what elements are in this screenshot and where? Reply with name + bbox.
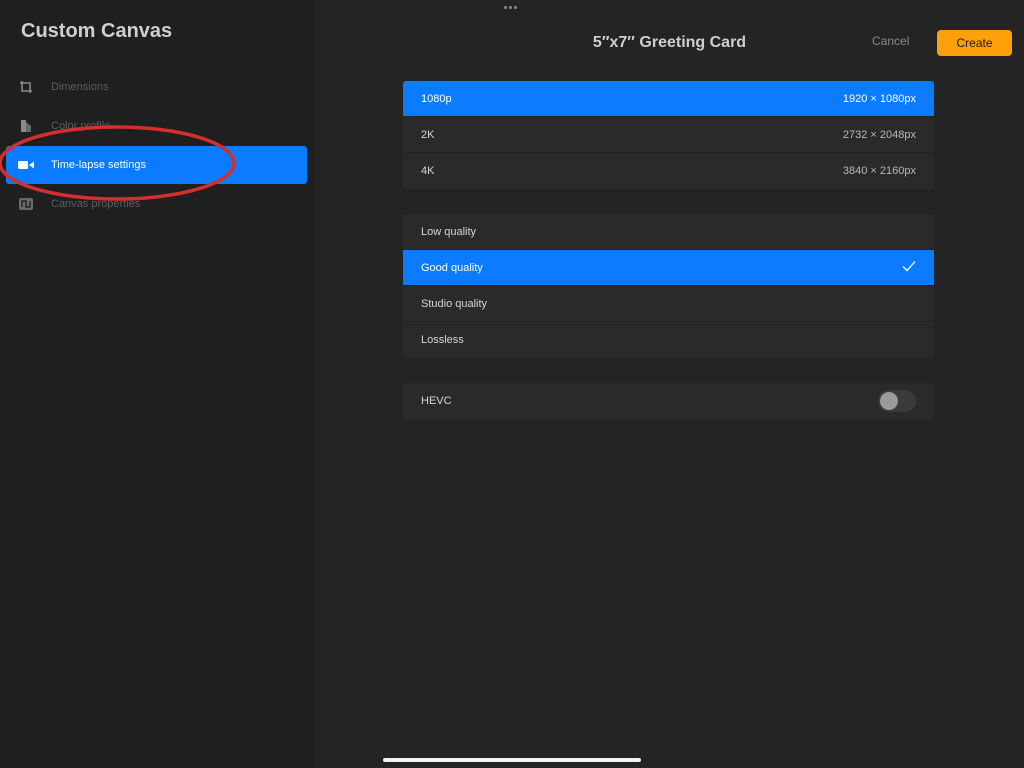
create-button[interactable]: Create [937,30,1012,56]
resolution-value: 3840 × 2160px [842,165,916,177]
hevc-row: HEVC [403,383,934,419]
resolution-option-2k[interactable]: 2K 2732 × 2048px [403,117,934,153]
quality-option-studio[interactable]: Studio quality [403,286,934,322]
sidebar-item-label: Dimensions [51,81,109,93]
page-title: 5″x7″ Greeting Card [592,34,747,51]
quality-label: Low quality [421,225,477,238]
resolution-label: 4K [421,165,435,177]
hevc-label: HEVC [421,395,452,407]
video-camera-icon [6,159,46,171]
cancel-button[interactable]: Cancel [872,34,909,48]
sidebar-item-dimensions[interactable]: Dimensions [6,68,307,106]
sidebar-item-time-lapse-settings[interactable]: Time-lapse settings [6,146,307,184]
color-profile-icon [6,119,46,133]
crop-icon [6,80,46,94]
checkmark-icon [902,260,916,275]
resolution-value: 1920 × 1080px [842,92,916,105]
quality-label: Good quality [421,261,483,274]
resolution-label: 2K [421,128,435,141]
quality-label: Studio quality [421,297,488,310]
wave-icon [6,198,46,210]
hevc-group: HEVC [403,383,934,419]
multitasking-handle[interactable] [504,6,517,9]
toggle-knob [880,392,898,410]
sidebar-item-label: Canvas properties [51,198,141,210]
quality-label: Lossless [421,334,464,346]
resolution-option-4k[interactable]: 4K 3840 × 2160px [403,153,934,189]
sidebar-title: Custom Canvas [21,20,173,42]
sidebar-item-label: Color profile [51,120,111,132]
sidebar-item-color-profile[interactable]: Color profile [6,107,307,145]
sidebar-item-label: Time-lapse settings [51,159,146,171]
sidebar-item-canvas-properties[interactable]: Canvas properties [6,185,307,223]
resolution-option-1080p[interactable]: 1080p 1920 × 1080px [403,81,934,117]
hevc-toggle[interactable] [878,390,916,412]
resolution-list: 1080p 1920 × 1080px 2K 2732 × 2048px 4K … [403,81,934,189]
quality-option-low[interactable]: Low quality [403,214,934,250]
quality-option-lossless[interactable]: Lossless [403,322,934,358]
resolution-value: 2732 × 2048px [842,128,916,141]
resolution-label: 1080p [421,92,452,105]
quality-option-good[interactable]: Good quality [403,250,934,286]
quality-list: Low quality Good quality Studio quality … [403,214,934,358]
sidebar: Custom Canvas Dimensions Color profile T… [0,0,315,768]
home-indicator[interactable] [383,758,641,762]
